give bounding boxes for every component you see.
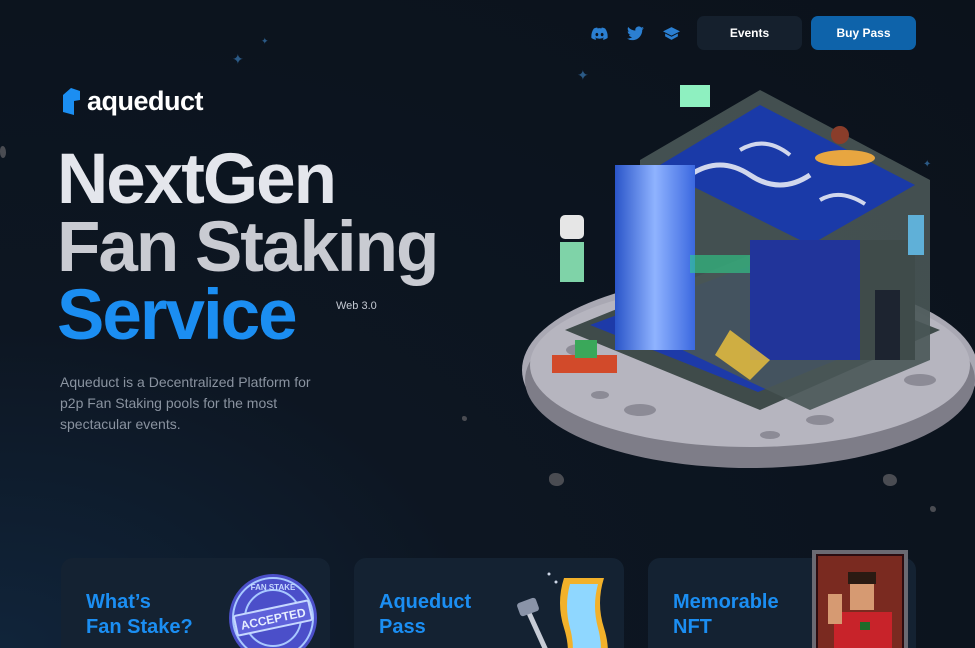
rock-decoration [930,506,936,512]
aqueduct-illustration [522,85,975,468]
aqueduct-logo-icon [63,87,80,115]
whats-fan-stake-card[interactable]: What’s Fan Stake? ACCEPTED FAN STAKE [61,558,330,648]
sparkle-icon: ✦ [232,51,244,67]
hero-line-3: Service [57,276,298,355]
card-title: Memorable NFT [673,591,779,638]
rock-decoration [0,146,6,158]
hero-description: Aqueduct is a Decentralized Platform for… [60,374,311,432]
pass-ticket-icon [517,572,608,648]
hero-heading: NextGen Fan Staking Service [57,140,439,355]
nft-portrait-icon [812,550,908,648]
accepted-stamp-icon: ACCEPTED FAN STAKE [229,574,317,648]
logo-text: aqueduct [87,86,204,116]
card-title: What’s Fan Stake? [86,591,193,638]
discord-icon[interactable] [588,24,610,42]
hero-line-2: Fan Staking [57,208,439,287]
web3-badge: Web 3.0 [336,300,377,312]
buy-pass-button[interactable]: Buy Pass [811,16,916,50]
gitbook-icon[interactable] [660,24,682,42]
sparkle-icon: ✦ [261,36,269,46]
card-title: Aqueduct Pass [379,591,472,638]
hero-line-1: NextGen [57,140,337,219]
twitter-icon[interactable] [624,24,646,42]
svg-text:FAN STAKE: FAN STAKE [251,583,296,592]
rock-decoration [462,416,467,421]
logo[interactable]: aqueduct [60,86,204,117]
events-button[interactable]: Events [697,16,802,50]
aqueduct-pass-card[interactable]: Aqueduct Pass [354,558,624,648]
